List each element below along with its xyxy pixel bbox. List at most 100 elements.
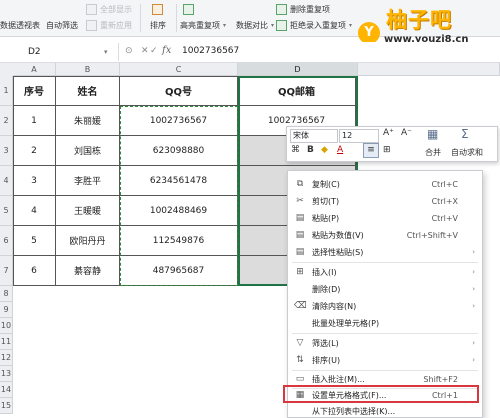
auto-filter-label: 自动筛选 (46, 21, 78, 30)
align-icon[interactable]: ≡ (363, 143, 379, 158)
header-cell-qq[interactable]: QQ号 (120, 76, 238, 106)
font-color-icon[interactable]: A (337, 145, 343, 155)
dropdown-arrow-icon: ▾ (271, 22, 275, 29)
menu-item-paste-values[interactable]: ▤ 粘贴为数值(V) Ctrl+Shift+V (288, 227, 482, 244)
autosum-label[interactable]: 自动求和 (451, 147, 483, 158)
row-header[interactable]: 11 (0, 334, 13, 350)
menu-item-insert-comment[interactable]: ▭ 插入批注(M)... Shift+F2 (288, 371, 482, 388)
table-cell[interactable]: 2 (13, 136, 56, 166)
row-header[interactable]: 5 (0, 196, 13, 226)
row-header[interactable]: 7 (0, 256, 13, 286)
select-all-corner[interactable] (0, 63, 14, 77)
merge-label[interactable]: 合并 (425, 147, 441, 158)
sort-button[interactable]: 排序 (150, 20, 166, 31)
font-size-select[interactable]: 12 (339, 129, 379, 143)
table-cell[interactable]: 4 (13, 196, 56, 226)
column-header-c[interactable]: C (120, 63, 238, 76)
remove-duplicates-button[interactable]: 删除重复项 (276, 4, 330, 15)
table-cell[interactable]: 6234561478 (120, 166, 238, 196)
fill-color-icon[interactable]: ◆ (321, 145, 328, 155)
name-box[interactable]: D2 (0, 43, 119, 61)
ribbon-divider (140, 4, 141, 32)
menu-item-filter[interactable]: ▽ 筛选(L) › (288, 335, 482, 352)
dropdown-arrow-icon: ▾ (223, 22, 227, 29)
menu-item-delete[interactable]: 删除(D) › (288, 281, 482, 298)
row-header[interactable]: 4 (0, 166, 13, 196)
table-cell[interactable]: 6 (13, 256, 56, 286)
grow-font-icon[interactable]: A⁺ (383, 128, 394, 138)
insert-icon: ⊞ (296, 267, 304, 277)
data-compare-button[interactable]: 数据对比 ▾ (236, 20, 274, 31)
format-painter-icon[interactable]: ⌘ (291, 145, 300, 155)
shrink-font-icon[interactable]: A⁻ (401, 128, 412, 138)
table-cell[interactable]: 1 (13, 106, 56, 136)
border-icon[interactable]: ⊞ (383, 145, 391, 155)
column-header-b[interactable]: B (56, 63, 120, 76)
header-cell-name[interactable]: 姓名 (56, 76, 120, 106)
row-header[interactable]: 14 (0, 382, 13, 398)
header-cell-index[interactable]: 序号 (13, 76, 56, 106)
cancel-edit-icon[interactable]: ✕ (141, 46, 149, 56)
sort-label: 排序 (150, 21, 166, 30)
menu-item-batch[interactable]: 批量处理单元格(P) (288, 315, 482, 332)
menu-item-label: 排序(U) (312, 356, 341, 365)
bold-button[interactable]: B (307, 145, 314, 155)
table-cell[interactable]: 王暖暖 (56, 196, 120, 226)
table-cell[interactable]: 487965687 (120, 256, 238, 286)
table-cell[interactable]: 3 (13, 166, 56, 196)
menu-item-label: 删除(D) (312, 285, 341, 294)
zoom-icon[interactable]: ⊙ (125, 46, 133, 56)
column-header-e[interactable] (358, 63, 500, 76)
name-box-dropdown-icon[interactable]: ▾ (104, 48, 108, 56)
menu-item-paste[interactable]: ▤ 粘贴(P) Ctrl+V (288, 210, 482, 227)
row-header[interactable]: 9 (0, 302, 13, 318)
column-header-d[interactable]: D (238, 63, 358, 76)
reject-duplicates-label: 拒绝录入重复项 (290, 21, 346, 30)
confirm-edit-icon[interactable]: ✓ (150, 46, 158, 56)
pivot-table-button[interactable]: 数据透视表 (0, 20, 40, 31)
menu-item-clear[interactable]: ⌫ 清除内容(N) › (288, 298, 482, 315)
autosum-icon[interactable]: Σ (461, 127, 469, 141)
row-header[interactable]: 13 (0, 366, 13, 382)
table-cell[interactable]: 112549876 (120, 226, 238, 256)
menu-item-sort[interactable]: ⇅ 排序(U) › (288, 352, 482, 369)
table-cell[interactable]: 5 (13, 226, 56, 256)
highlight-duplicates-button[interactable]: 高亮重复项 ▾ (180, 20, 226, 31)
table-cell[interactable]: 1002488469 (120, 196, 238, 226)
formula-input[interactable]: 1002736567 (182, 46, 239, 56)
row-header[interactable]: 6 (0, 226, 13, 256)
sort-icon-big[interactable] (152, 4, 163, 15)
dropdown-arrow-icon: ▾ (349, 22, 353, 29)
table-cell[interactable]: 刘国栋 (56, 136, 120, 166)
menu-item-copy[interactable]: ⧉ 复制(C) Ctrl+C (288, 176, 482, 193)
table-cell[interactable]: 欧阳丹丹 (56, 226, 120, 256)
auto-filter-button[interactable]: 自动筛选 (46, 20, 78, 31)
row-header[interactable]: 10 (0, 318, 13, 334)
merge-icon[interactable]: ▦ (427, 127, 438, 141)
menu-item-pick-from-list[interactable]: 从下拉列表中选择(K)... (288, 403, 482, 415)
table-cell[interactable]: 623098880 (120, 136, 238, 166)
menu-item-insert[interactable]: ⊞ 插入(I) › (288, 264, 482, 281)
highlight-dup-icon-cell[interactable] (183, 4, 194, 15)
table-cell[interactable]: 綦容静 (56, 256, 120, 286)
font-name-select[interactable]: 宋体 (290, 129, 338, 143)
menu-item-cut[interactable]: ✂ 剪切(T) Ctrl+X (288, 193, 482, 210)
reapply-button[interactable]: 重新应用 (86, 20, 132, 31)
row-header[interactable]: 2 (0, 106, 13, 136)
row-header[interactable]: 12 (0, 350, 13, 366)
row-header[interactable]: 8 (0, 286, 13, 302)
show-all-button[interactable]: 全部显示 (86, 4, 132, 15)
menu-item-paste-special[interactable]: ▤ 选择性粘贴(S) › (288, 244, 482, 261)
table-cell[interactable]: 朱丽媛 (56, 106, 120, 136)
row-header[interactable]: 3 (0, 136, 13, 166)
column-header-a[interactable]: A (13, 63, 56, 76)
reapply-icon (86, 20, 97, 31)
table-cell[interactable]: 李胜平 (56, 166, 120, 196)
menu-item-format-cells[interactable]: ▦ 设置单元格格式(F)... Ctrl+1 (288, 387, 482, 404)
insert-function-icon[interactable]: fx (162, 45, 171, 56)
reject-duplicates-button[interactable]: 拒绝录入重复项 ▾ (276, 20, 352, 31)
row-header[interactable]: 15 (0, 398, 13, 414)
table-cell[interactable]: 1002736567 (120, 106, 238, 136)
header-cell-qq-email[interactable]: QQ邮箱 (238, 76, 356, 106)
row-header[interactable]: 1 (0, 76, 13, 106)
